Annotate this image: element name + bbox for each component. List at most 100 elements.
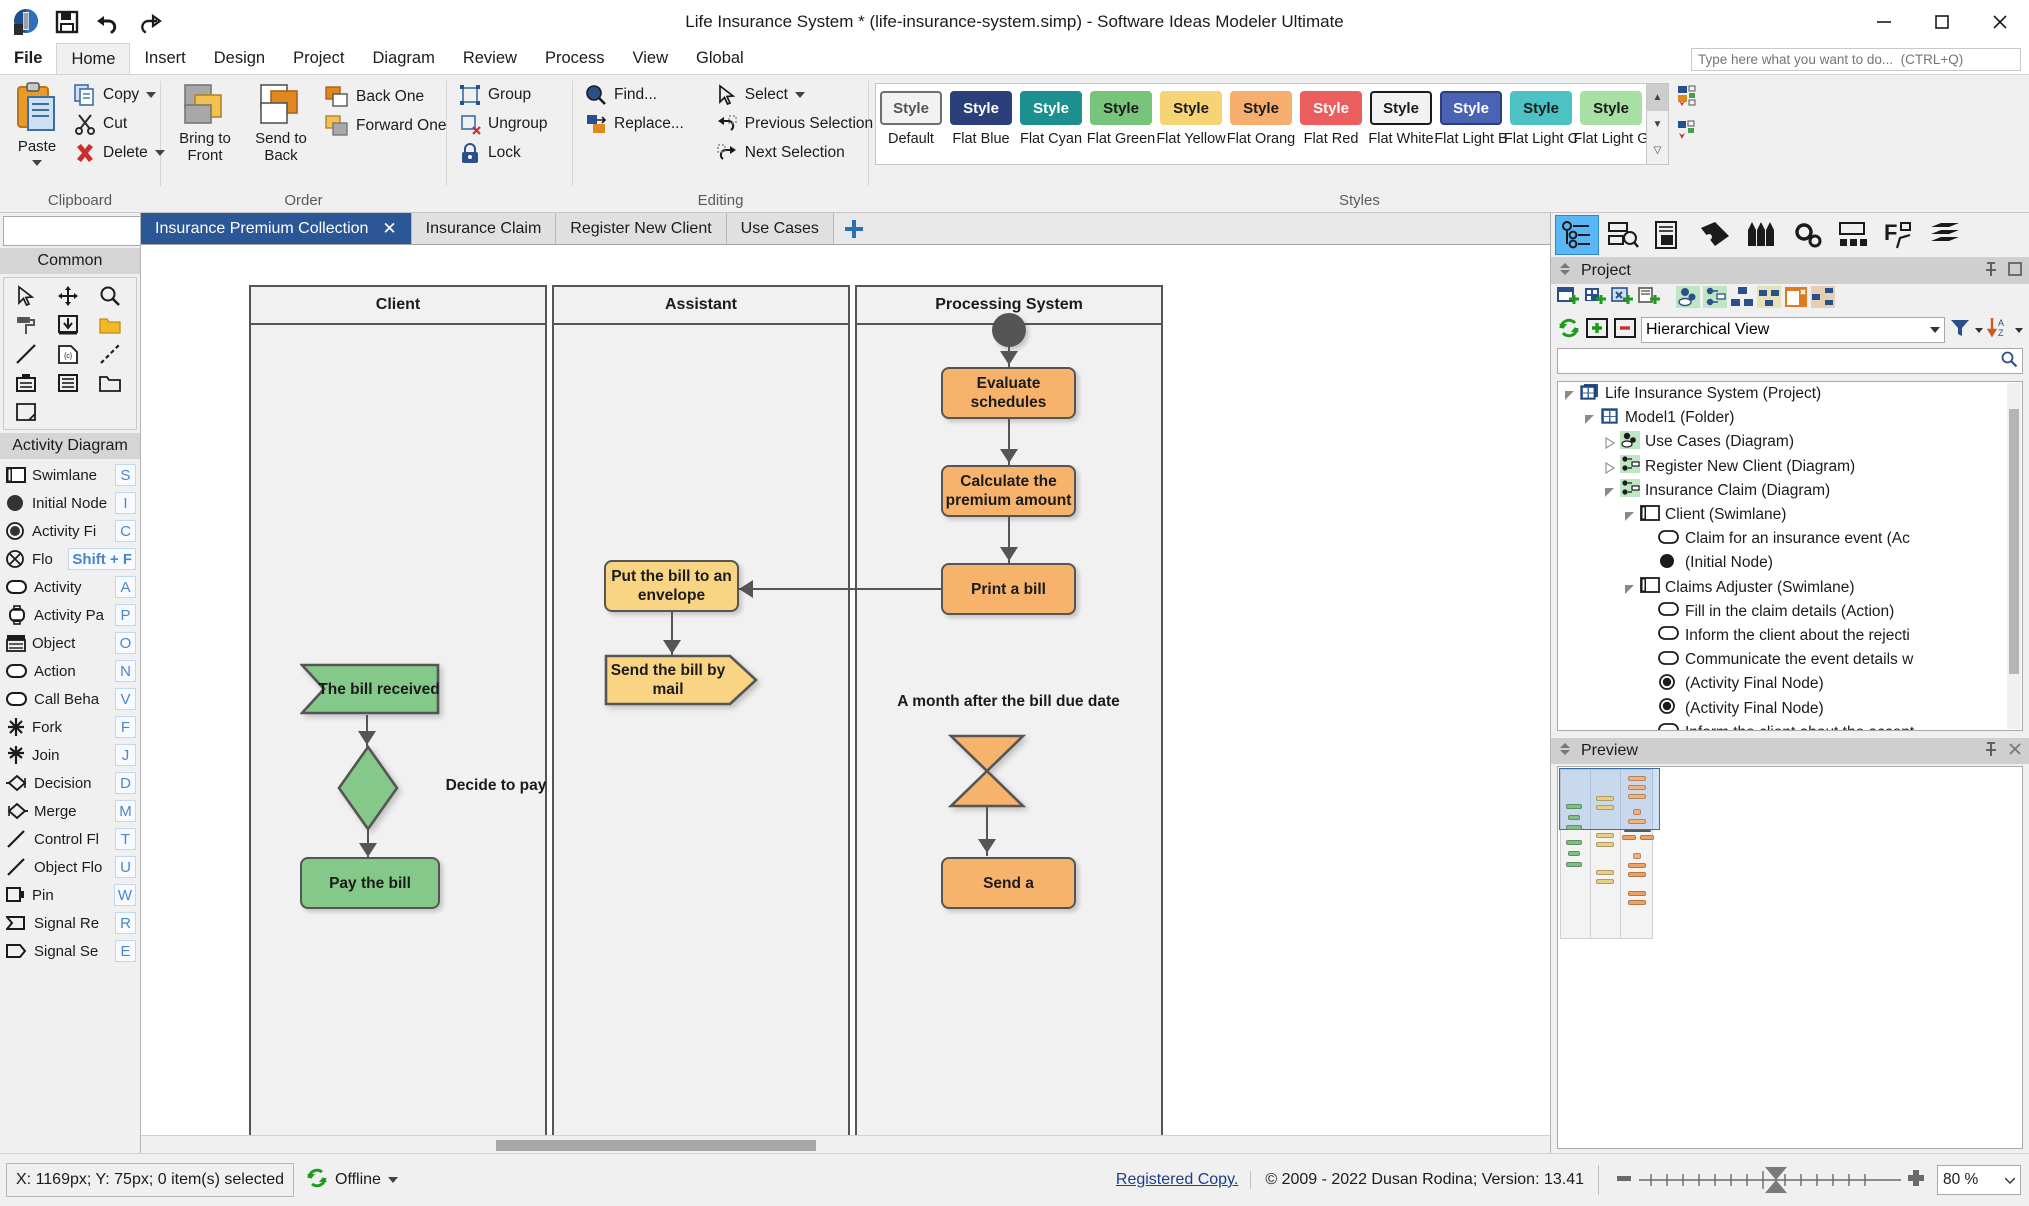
project-tree-icon[interactable] <box>1555 215 1599 255</box>
style-item-flat-yellow[interactable]: Style Flat Yellow <box>1156 84 1226 164</box>
tree-item-insurance-claim-diagram[interactable]: Insurance Claim (Diagram) <box>1558 479 2022 503</box>
node-evaluate-schedules[interactable]: Evaluate schedules <box>941 367 1076 419</box>
toolbox-item-initial-node[interactable]: Initial Node I <box>0 489 140 517</box>
chevron-down-icon[interactable] <box>2004 1171 2016 1189</box>
tree-item-register-new-client-diagram[interactable]: Register New Client (Diagram) <box>1558 455 2022 479</box>
expand-collapse-icon[interactable] <box>1604 485 1616 497</box>
expand-collapse-icon[interactable] <box>1624 509 1636 522</box>
zoom-icon[interactable] <box>90 282 130 309</box>
registered-copy-link[interactable]: Registered Copy. <box>1104 1171 1250 1189</box>
paint-roller-icon[interactable] <box>6 311 46 338</box>
delete-button[interactable]: Delete <box>68 139 171 167</box>
tree-item-folder-model1[interactable]: Model1 (Folder) <box>1558 406 2022 430</box>
toolbox-section-common[interactable]: Common <box>0 248 140 274</box>
style-item-flat-red[interactable]: Style Flat Red <box>1296 84 1366 164</box>
toolbox-item-activity-parameter[interactable]: Activity Pa P <box>0 601 140 629</box>
back-one-button[interactable]: Back One <box>319 83 452 111</box>
tree-item-communicate-event-details[interactable]: Communicate the event details w <box>1558 648 2022 672</box>
zoom-slider-track[interactable] <box>1635 1167 1905 1193</box>
ribbon-tab-global[interactable]: Global <box>682 43 758 74</box>
chevron-down-icon[interactable] <box>1975 321 1983 339</box>
copy-chevron-down-icon[interactable] <box>146 92 157 98</box>
style-item-flat-light-c[interactable]: Style Flat Light C <box>1504 84 1578 164</box>
close-button[interactable] <box>1971 0 2029 44</box>
collapse-all-icon[interactable] <box>1613 316 1637 345</box>
zoom-out-button[interactable] <box>1613 1168 1635 1193</box>
style-item-flat-light-b[interactable]: Style Flat Light B <box>1434 84 1508 164</box>
ribbon-tab-design[interactable]: Design <box>200 43 279 74</box>
toolbox-item-swimlane[interactable]: Swimlane S <box>0 461 140 489</box>
replace-button[interactable]: Replace... <box>579 110 690 138</box>
text-block-icon[interactable] <box>48 369 88 396</box>
layers-icon[interactable] <box>1923 215 1967 255</box>
node-pay-the-bill[interactable]: Pay the bill <box>300 857 440 909</box>
note-icon[interactable] <box>6 369 46 396</box>
copy-button[interactable]: Copy <box>68 81 171 109</box>
app-logo-icon[interactable] <box>10 6 42 38</box>
swimlane-client[interactable]: Client <box>249 285 547 1145</box>
find-button[interactable]: Find... <box>579 81 690 109</box>
tags-icon[interactable] <box>1693 215 1737 255</box>
scroll-thumb[interactable] <box>2009 409 2019 674</box>
ungroup-button[interactable]: Ungroup <box>453 110 553 138</box>
gallery-scrollbar[interactable]: ▲ ▼ ▽ <box>1646 84 1668 164</box>
line-icon[interactable] <box>6 340 46 367</box>
class-diagram-icon[interactable] <box>1730 286 1754 313</box>
project-tree[interactable]: Life Insurance System (Project) Model1 (… <box>1557 381 2023 731</box>
new-diagram-icon[interactable] <box>1557 286 1581 313</box>
ribbon-tab-insert[interactable]: Insert <box>130 43 199 74</box>
gallery-scroll-down-icon[interactable]: ▼ <box>1647 111 1668 138</box>
toolbox-item-object[interactable]: Object O <box>0 629 140 657</box>
new-element-icon[interactable] <box>1611 286 1635 313</box>
format-icon[interactable]: F <box>1877 215 1921 255</box>
ribbon-tab-project[interactable]: Project <box>279 43 358 74</box>
insert-down-icon[interactable] <box>48 311 88 338</box>
tree-item-project[interactable]: Life Insurance System (Project) <box>1558 382 2022 406</box>
node-time-event-hourglass[interactable] <box>947 734 1027 808</box>
close-icon[interactable] <box>2007 741 2023 762</box>
page-icon[interactable] <box>6 398 46 425</box>
tell-me-input[interactable] <box>1691 48 2021 71</box>
tree-item-inform-client-rejection[interactable]: Inform the client about the rejecti <box>1558 624 2022 648</box>
style-gallery[interactable]: Style Default Style Flat Blue Style Flat… <box>875 83 1669 165</box>
expand-collapse-icon[interactable] <box>1564 388 1576 401</box>
toolbox-item-flow-final[interactable]: Flo Shift + F <box>0 545 140 573</box>
doc-tab-insurance-claim[interactable]: Insurance Claim <box>411 213 557 244</box>
node-send-the-bill-by-mail[interactable]: Send the bill by mail <box>604 654 759 706</box>
tree-item-fill-in-claim-details[interactable]: Fill in the claim details (Action) <box>1558 600 2022 624</box>
save-icon[interactable] <box>51 6 83 38</box>
dashed-line-icon[interactable] <box>90 340 130 367</box>
comment-icon[interactable]: {c} <box>48 340 88 367</box>
panel-collapse-icon[interactable] <box>1557 261 1573 282</box>
toolbox-item-decision[interactable]: Decision D <box>0 769 140 797</box>
container-icon[interactable] <box>90 369 130 396</box>
minimize-button[interactable] <box>1855 0 1913 44</box>
toolbox-item-action[interactable]: Action N <box>0 657 140 685</box>
ribbon-tab-home[interactable]: Home <box>56 43 131 74</box>
tree-item-claim-for-insurance-event[interactable]: Claim for an insurance event (Ac <box>1558 527 2022 551</box>
project-search-input[interactable] <box>1562 352 2000 369</box>
new-tab-button[interactable] <box>834 213 874 244</box>
tree-item-activity-final-node-1[interactable]: (Activity Final Node) <box>1558 672 2022 696</box>
style-item-flat-green[interactable]: Style Flat Green <box>1086 84 1156 164</box>
chevron-down-icon[interactable] <box>387 1177 398 1183</box>
settings-icon[interactable] <box>1785 215 1829 255</box>
style-item-flat-blue[interactable]: Style Flat Blue <box>946 84 1016 164</box>
model-explorer-icon[interactable] <box>1601 215 1645 255</box>
node-send-a[interactable]: Send a <box>941 857 1076 909</box>
toolbox-item-object-flow[interactable]: Object Flo U <box>0 853 140 881</box>
tree-item-initial-node[interactable]: (Initial Node) <box>1558 551 2022 575</box>
pin-icon[interactable] <box>1983 741 1999 762</box>
expand-collapse-icon[interactable] <box>1604 461 1616 474</box>
search-icon[interactable] <box>2000 350 2018 373</box>
previous-selection-button[interactable]: Previous Selection <box>710 110 879 138</box>
use-case-diagram-icon[interactable] <box>1676 285 1700 313</box>
scroll-thumb[interactable] <box>496 1140 816 1151</box>
toolbox-item-control-flow[interactable]: Control Fl T <box>0 825 140 853</box>
tree-item-use-cases-diagram[interactable]: Use Cases (Diagram) <box>1558 430 2022 454</box>
status-connection[interactable]: Offline <box>306 1167 398 1194</box>
ribbon-tab-file[interactable]: File <box>0 43 56 74</box>
tree-scrollbar[interactable] <box>2007 383 2021 729</box>
style-item-flat-cyan[interactable]: Style Flat Cyan <box>1016 84 1086 164</box>
doc-tab-use-cases[interactable]: Use Cases <box>726 213 834 244</box>
